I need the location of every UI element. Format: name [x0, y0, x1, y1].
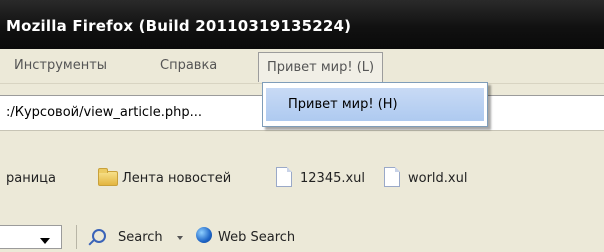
popup-menu-item[interactable]: Привет мир! (H) — [266, 86, 484, 123]
window-title: Mozilla Firefox (Build 20110319135224) — [6, 17, 352, 35]
bookmark-world-xul[interactable]: world.xul — [408, 171, 467, 186]
search-icon — [92, 229, 106, 243]
globe-icon — [196, 227, 212, 243]
file-icon — [276, 167, 292, 187]
chevron-down-icon — [40, 238, 50, 244]
menu-tools[interactable]: Инструменты — [14, 58, 107, 73]
title-bar: Mozilla Firefox (Build 20110319135224) — [0, 0, 604, 49]
search-toolbar: Search Web Search — [0, 221, 604, 252]
menu-help[interactable]: Справка — [160, 58, 217, 73]
popup-menu-item-highlight: Привет мир! (H) — [266, 88, 484, 121]
toolbar-dropdown[interactable] — [0, 225, 62, 249]
folder-icon — [98, 168, 118, 186]
bookmark-news-feed[interactable]: Лента новостей — [122, 171, 231, 186]
dropdown-arrow-icon[interactable] — [177, 236, 183, 240]
web-search-button[interactable]: Web Search — [218, 230, 295, 245]
popup-menu-item-label: Привет мир! (H) — [288, 97, 398, 112]
menu-hello-world[interactable]: Привет мир! (L) — [258, 52, 384, 82]
url-text[interactable]: :/Курсовой/view_article.php... — [6, 105, 202, 120]
search-button[interactable]: Search — [118, 230, 163, 245]
bookmarks-toolbar: раница Лента новостей 12345.xul world.xu… — [0, 164, 604, 194]
bookmark-12345-xul[interactable]: 12345.xul — [300, 171, 365, 186]
toolbar-separator — [76, 225, 77, 249]
popup-menu: Привет мир! (H) — [262, 82, 488, 127]
file-icon — [384, 167, 400, 187]
bookmark-item[interactable]: раница — [6, 171, 56, 186]
